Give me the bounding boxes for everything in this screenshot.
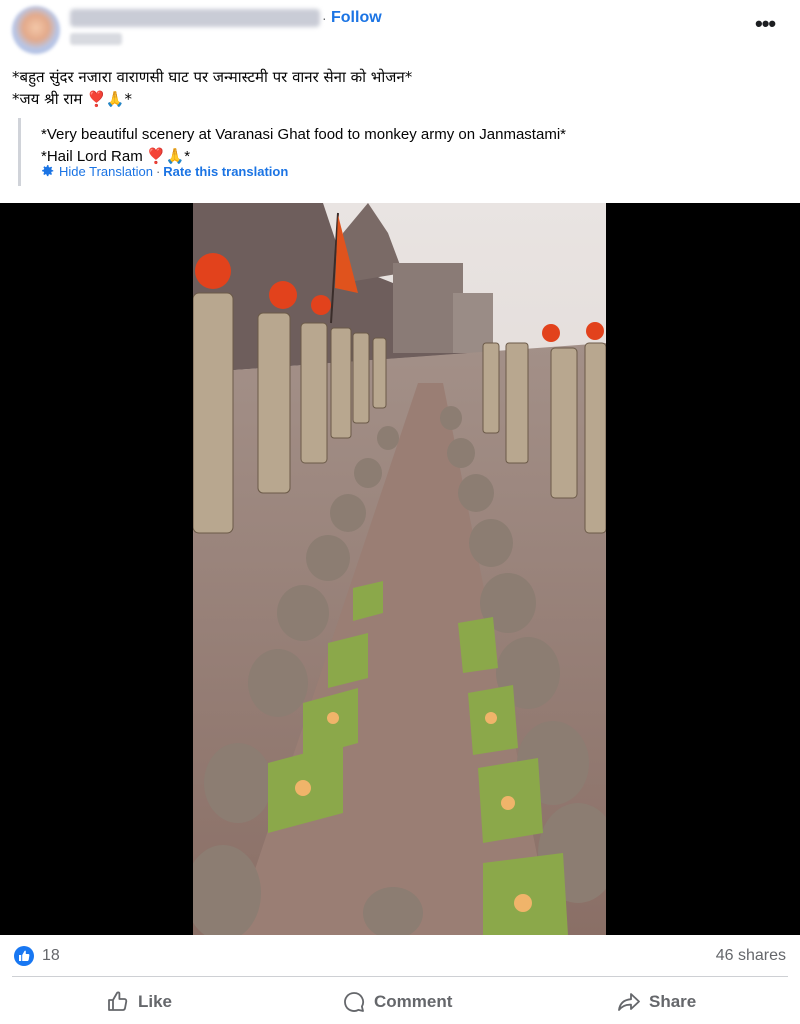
header-separator: ·: [322, 10, 327, 26]
thumbs-up-outline-icon: [108, 991, 128, 1011]
share-label: Share: [649, 992, 697, 1011]
more-options-icon[interactable]: •••: [755, 11, 776, 37]
author-name-blurred[interactable]: [70, 9, 320, 27]
action-bar: Like Comment Share: [0, 978, 800, 1024]
post-text-line-1: *बहुत सुंदर नजारा वाराणसी घाट पर जन्मास्…: [12, 68, 413, 86]
like-count[interactable]: 18: [42, 947, 60, 965]
post-photo[interactable]: [193, 203, 606, 935]
divider: [12, 976, 788, 977]
avatar[interactable]: [12, 6, 60, 54]
follow-button[interactable]: Follow: [331, 9, 382, 27]
shares-count[interactable]: 46 shares: [716, 947, 786, 965]
post-text: *बहुत सुंदर नजारा वाराणसी घाट पर जन्मास्…: [12, 66, 412, 110]
post-meta-blurred: [70, 33, 122, 45]
translation-block: *Very beautiful scenery at Varanasi Ghat…: [18, 118, 618, 186]
gear-icon: [42, 165, 54, 177]
post-media[interactable]: [0, 203, 800, 935]
share-arrow-icon: [618, 993, 640, 1011]
comment-button[interactable]: Comment: [342, 988, 452, 1016]
post-text-line-2: *जय श्री राम ❣️🙏*: [12, 90, 132, 108]
link-separator: ·: [155, 164, 161, 179]
speech-bubble-icon: [344, 992, 364, 1012]
rate-translation-link[interactable]: Rate this translation: [163, 164, 288, 179]
translation-line-1: *Very beautiful scenery at Varanasi Ghat…: [41, 126, 566, 143]
reaction-stats: 18 46 shares: [0, 936, 800, 976]
like-label: Like: [138, 992, 173, 1011]
hide-translation-link[interactable]: Hide Translation: [59, 164, 153, 179]
like-button[interactable]: Like: [106, 988, 172, 1016]
comment-label: Comment: [374, 992, 453, 1011]
share-button[interactable]: Share: [617, 988, 696, 1016]
translation-links: Hide Translation · Rate this translation: [41, 164, 288, 179]
post-header: · Follow •••: [0, 0, 800, 60]
like-reaction-icon[interactable]: [14, 946, 34, 966]
